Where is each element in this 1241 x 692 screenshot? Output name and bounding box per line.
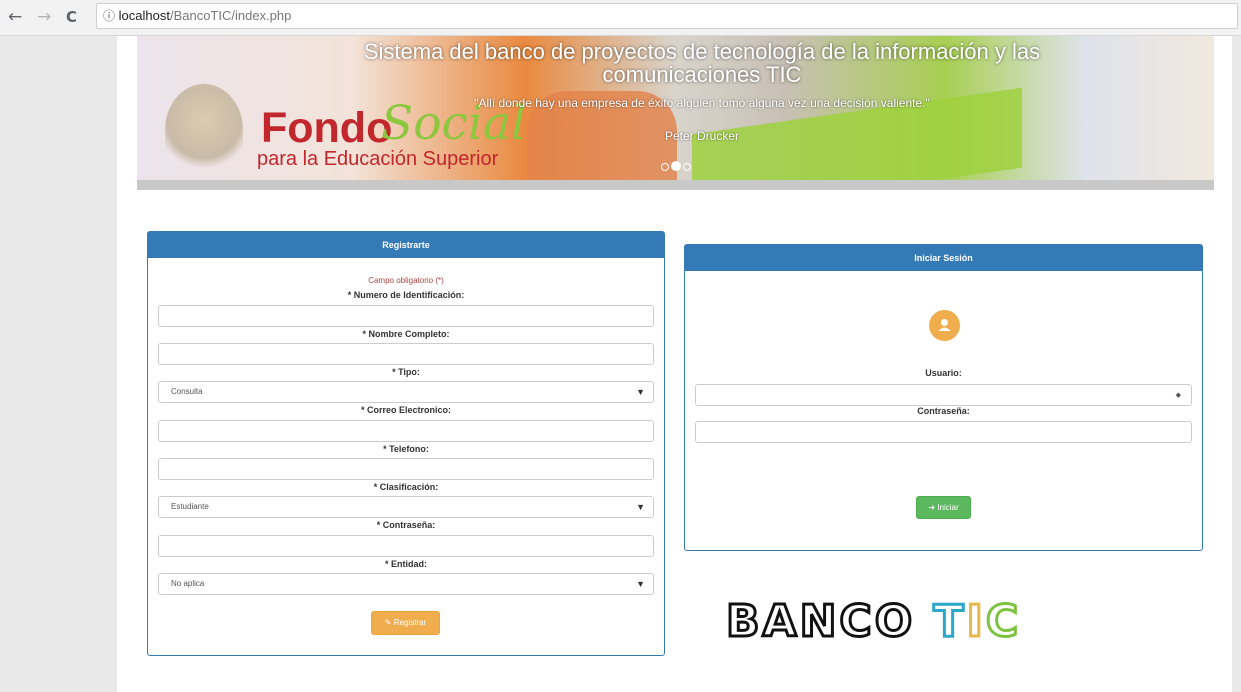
chevron-down-icon: ▼ [636,387,645,397]
chevron-down-icon: ▼ [636,579,645,589]
full-name-input[interactable] [158,343,654,365]
logo-i-letter: I [965,595,986,649]
register-password-label: * Contraseña: [376,520,436,530]
register-panel-heading: Registrarte [148,232,664,258]
url-path: /BancoTIC/index.php [169,8,292,23]
username-input[interactable]: ◆ [695,384,1192,406]
banner-bottom-strip [137,180,1214,190]
back-arrow-icon[interactable]: ← [8,8,22,26]
info-icon[interactable]: ⓘ [103,4,115,28]
login-button[interactable]: ➜ Iniciar [916,496,971,519]
classification-select-value: Estudiante [171,502,209,511]
pencil-icon: ✎ [384,618,392,627]
carousel-dot-active[interactable] [671,161,681,171]
banner-quote: "Allí donde hay una empresa de éxito alg… [474,96,930,110]
sign-in-icon: ➜ [928,503,936,512]
login-password-input[interactable] [695,421,1192,443]
spinner-arrows-icon[interactable]: ◆ [1176,391,1181,399]
email-label: * Correo Electronico: [360,405,452,415]
logo-t-letter: T [932,595,967,649]
entity-select-value: No aplica [171,579,205,588]
type-label: * Tipo: [392,367,420,377]
logo-c-letter: C [984,595,1022,649]
full-name-label: * Nombre Completo: [362,329,450,339]
classification-label: * Clasificación: [373,482,439,492]
type-select[interactable]: Consulta ▼ [158,381,654,403]
user-avatar-icon [929,310,960,341]
carousel-dot[interactable] [661,163,669,171]
logo-edu-text: para la Educación Superior [257,148,499,170]
banner-title: Sistema del banco de proyectos de tecnol… [363,39,1041,87]
email-input[interactable] [158,420,654,442]
entity-select[interactable]: No aplica ▼ [158,573,654,595]
required-note: Campo obligatorio (*) [368,276,444,285]
login-panel-heading: Iniciar Sesión [685,245,1202,271]
id-number-label: * Numero de Identificación: [347,290,465,300]
carousel-dot[interactable] [683,163,691,171]
browser-toolbar: ← → C ⓘ localhost/BancoTIC/index.php [0,0,1241,36]
url-host: localhost [118,8,170,23]
banner-author: Peter Drucker [664,129,740,143]
page-content: Fondo Social para la Educación Superior … [117,36,1232,692]
phone-input[interactable] [158,458,654,480]
banco-tic-logo: BANCO TIC [724,595,1022,649]
username-label: Usuario: [925,368,962,378]
register-panel: Registrarte Campo obligatorio (*) * Nume… [147,231,665,656]
chevron-down-icon: ▼ [636,502,645,512]
phone-label: * Telefono: [383,444,429,454]
entity-label: * Entidad: [385,559,427,569]
login-panel: Iniciar Sesión Usuario: ◆ Contraseña: ➜ … [684,244,1203,551]
type-select-value: Consulta [171,387,203,396]
register-button[interactable]: ✎ Registrar [371,611,440,635]
banner-carousel: Fondo Social para la Educación Superior … [137,36,1214,190]
classification-select[interactable]: Estudiante ▼ [158,496,654,518]
register-button-label: Registrar [393,618,427,627]
register-password-input[interactable] [158,535,654,557]
id-number-input[interactable] [158,305,654,327]
login-button-label: Iniciar [937,503,959,512]
logo-banco-text: BANCO [724,595,916,649]
forward-arrow-icon[interactable]: → [37,8,51,26]
carousel-indicators [660,158,692,171]
address-bar[interactable]: ⓘ localhost/BancoTIC/index.php [96,3,1238,29]
reload-icon[interactable]: C [66,8,77,26]
login-password-label: Contraseña: [917,406,970,416]
banner-tree-logo-icon [165,84,243,176]
